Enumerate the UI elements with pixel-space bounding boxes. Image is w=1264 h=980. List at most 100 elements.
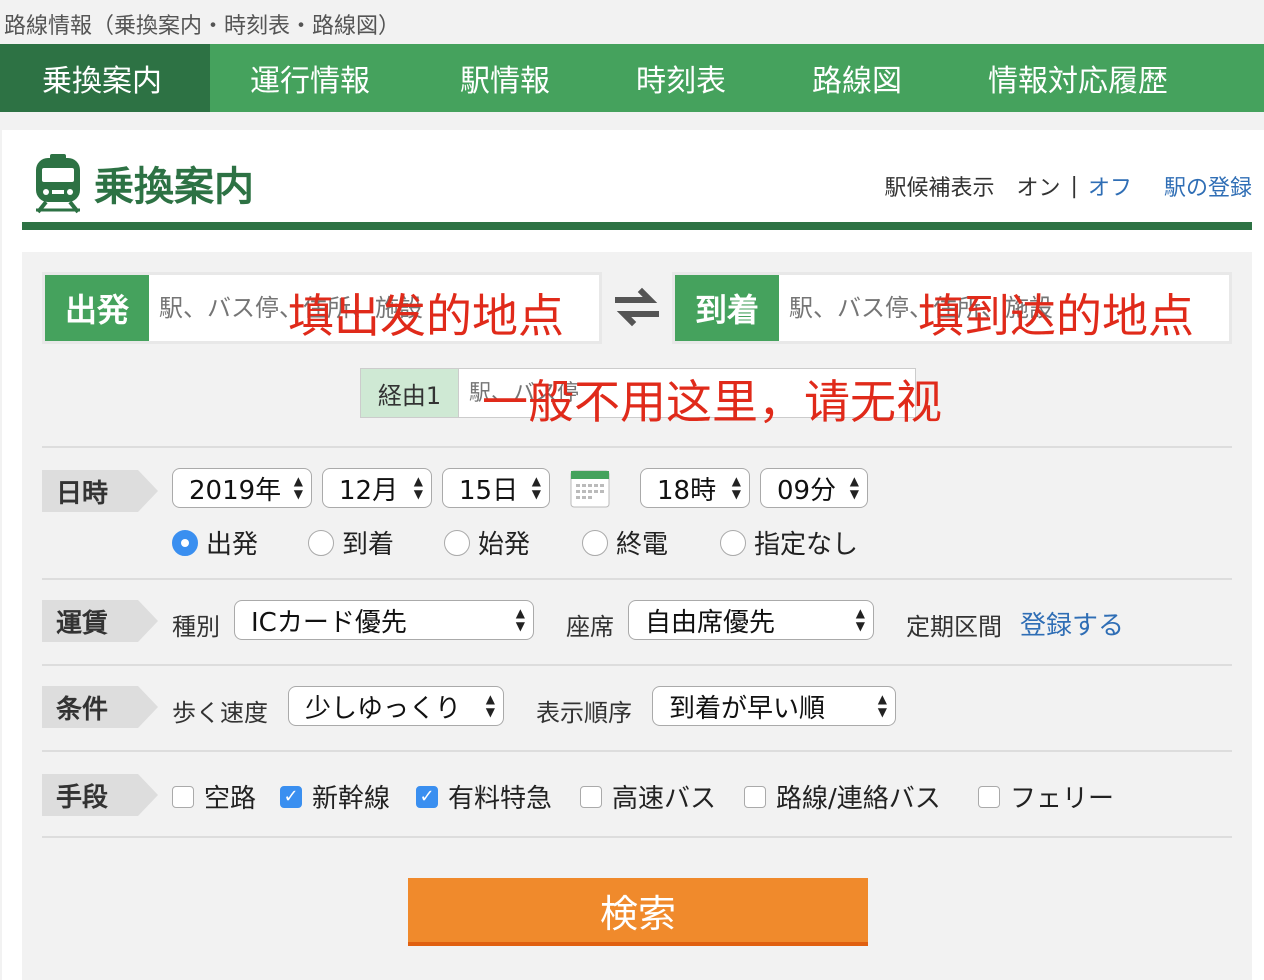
radio-first-train[interactable]: 始発 <box>444 524 530 561</box>
nav-item-route-map[interactable]: 路線図 <box>770 44 946 112</box>
radio-unchecked-icon <box>308 529 334 556</box>
seat-value: 自由席優先 <box>645 607 776 638</box>
candidate-off-link[interactable]: オフ <box>1088 170 1132 202</box>
radio-last-train[interactable]: 終電 <box>582 524 668 561</box>
divider <box>42 664 1232 666</box>
fare-type-select[interactable]: ICカード優先 ▲ ▼ <box>234 600 534 640</box>
search-button[interactable]: 検索 <box>408 878 868 946</box>
radio-arrival[interactable]: 到着 <box>308 524 394 561</box>
commuter-register-link[interactable]: 登録する <box>1020 605 1124 642</box>
select-arrows-icon: ▲ ▼ <box>877 692 887 719</box>
year-value: 2019年 <box>189 475 282 506</box>
nav-item-service-status[interactable]: 運行情報 <box>210 44 418 112</box>
checkbox-label: 空路 <box>204 784 257 814</box>
minute-select[interactable]: 09分 ▲ ▼ <box>760 468 868 508</box>
checkbox-label: 高速バス <box>612 784 717 814</box>
day-select[interactable]: 15日 ▲ ▼ <box>442 468 550 508</box>
checkbox-air[interactable]: 空路 <box>172 778 256 815</box>
select-arrows-icon: ▲ ▼ <box>515 606 525 633</box>
checkbox-checked-icon <box>280 785 302 808</box>
seat-select[interactable]: 自由席優先 ▲ ▼ <box>628 600 874 640</box>
checkbox-shinkansen[interactable]: 新幹線 <box>280 778 390 815</box>
radio-departure[interactable]: 出発 <box>172 524 258 561</box>
options-separator: | <box>1070 173 1078 199</box>
nav-item-timetable[interactable]: 時刻表 <box>594 44 770 112</box>
checkbox-label: 路線/連絡バス <box>776 784 941 814</box>
fare-type-value: ICカード優先 <box>251 607 407 638</box>
checkbox-limited-express[interactable]: 有料特急 <box>416 778 552 815</box>
radio-label: 指定なし <box>754 530 859 560</box>
title-row: 乗換案内 <box>32 152 254 214</box>
conditions-label: 条件 <box>42 686 158 728</box>
walk-speed-label: 歩く速度 <box>172 699 268 727</box>
divider <box>42 750 1232 752</box>
train-icon <box>36 154 80 214</box>
nav-item-transfer[interactable]: 乗換案内 <box>0 44 210 112</box>
day-value: 15日 <box>459 475 519 506</box>
checkbox-highway-bus[interactable]: 高速バス <box>580 778 716 815</box>
radio-checked-icon <box>172 529 198 556</box>
checkbox-ferry[interactable]: フェリー <box>978 778 1114 815</box>
page-title: 乗換案内 <box>94 164 254 210</box>
display-order-label: 表示順序 <box>536 699 632 727</box>
checkbox-unchecked-icon <box>172 785 194 808</box>
radio-unchecked-icon <box>582 529 608 556</box>
select-arrows-icon: ▲ ▼ <box>413 474 423 501</box>
departure-annotation: 填出发的地点 <box>288 289 564 343</box>
transfer-card: 乗換案内 駅候補表示 オン | オフ 駅の登録 出発 填出发的地点 到着 填到达… <box>2 130 1264 980</box>
divider <box>42 578 1232 580</box>
title-underline <box>22 222 1252 230</box>
radio-unchecked-icon <box>444 529 470 556</box>
month-value: 12月 <box>339 475 399 506</box>
walk-speed-value: 少しゆっくり <box>305 693 462 724</box>
divider <box>42 446 1232 448</box>
select-arrows-icon: ▲ ▼ <box>531 474 541 501</box>
checkbox-label: フェリー <box>1010 784 1115 814</box>
minute-value: 09分 <box>777 475 837 506</box>
datetime-label: 日時 <box>42 470 158 512</box>
year-select[interactable]: 2019年 ▲ ▼ <box>172 468 312 508</box>
radio-unchecked-icon <box>720 529 746 556</box>
checkbox-route-bus[interactable]: 路線/連絡バス <box>744 778 941 815</box>
display-order-value: 到着が早い順 <box>669 693 826 724</box>
nav-item-station-info[interactable]: 駅情報 <box>418 44 594 112</box>
nav-item-info-history[interactable]: 情報対応履歴 <box>946 44 1264 112</box>
display-order-select[interactable]: 到着が早い順 ▲ ▼ <box>652 686 896 726</box>
select-arrows-icon: ▲ ▼ <box>731 474 741 501</box>
radio-label: 終電 <box>616 530 669 560</box>
departure-label: 出発 <box>45 275 149 341</box>
fare-label: 運賃 <box>42 600 158 642</box>
candidate-display-label: 駅候補表示 <box>884 176 995 201</box>
select-arrows-icon: ▲ ▼ <box>855 606 865 633</box>
via-annotation: 一般不用这里，请无视 <box>482 375 942 429</box>
checkbox-label: 新幹線 <box>312 784 391 814</box>
divider <box>42 836 1232 838</box>
select-arrows-icon: ▲ ▼ <box>849 474 859 501</box>
arrival-label: 到着 <box>675 275 779 341</box>
walk-speed-select[interactable]: 少しゆっくり ▲ ▼ <box>288 686 504 726</box>
via-label: 経由1 <box>361 369 459 417</box>
search-form: 出発 填出发的地点 到着 填到达的地点 経由1 一般不用这里，请无视 日時 20… <box>22 252 1252 980</box>
candidate-on-option[interactable]: オン <box>1017 170 1061 202</box>
radio-label: 始発 <box>478 530 531 560</box>
checkbox-checked-icon <box>416 785 438 808</box>
hour-select[interactable]: 18時 ▲ ▼ <box>640 468 750 508</box>
select-arrows-icon: ▲ ▼ <box>293 474 303 501</box>
fare-type-label: 種別 <box>172 613 220 641</box>
checkbox-unchecked-icon <box>744 785 766 808</box>
hour-value: 18時 <box>657 475 717 506</box>
radio-unspecified[interactable]: 指定なし <box>720 524 858 561</box>
commuter-label: 定期区間 <box>906 613 1002 641</box>
checkbox-unchecked-icon <box>978 785 1000 808</box>
radio-label: 到着 <box>342 530 395 560</box>
breadcrumb: 路線情報（乗換案内・時刻表・路線図） <box>4 14 401 39</box>
radio-label: 出発 <box>206 530 259 560</box>
seat-label: 座席 <box>566 613 614 641</box>
month-select[interactable]: 12月 ▲ ▼ <box>322 468 432 508</box>
station-register-link[interactable]: 駅の登録 <box>1164 170 1252 202</box>
swap-icon[interactable] <box>612 282 662 332</box>
select-arrows-icon: ▲ ▼ <box>485 692 495 719</box>
calendar-icon[interactable] <box>570 470 610 508</box>
station-candidate-options: 駅候補表示 オン | オフ 駅の登録 <box>885 170 1252 202</box>
main-nav: 乗換案内 運行情報 駅情報 時刻表 路線図 情報対応履歴 <box>0 44 1264 112</box>
